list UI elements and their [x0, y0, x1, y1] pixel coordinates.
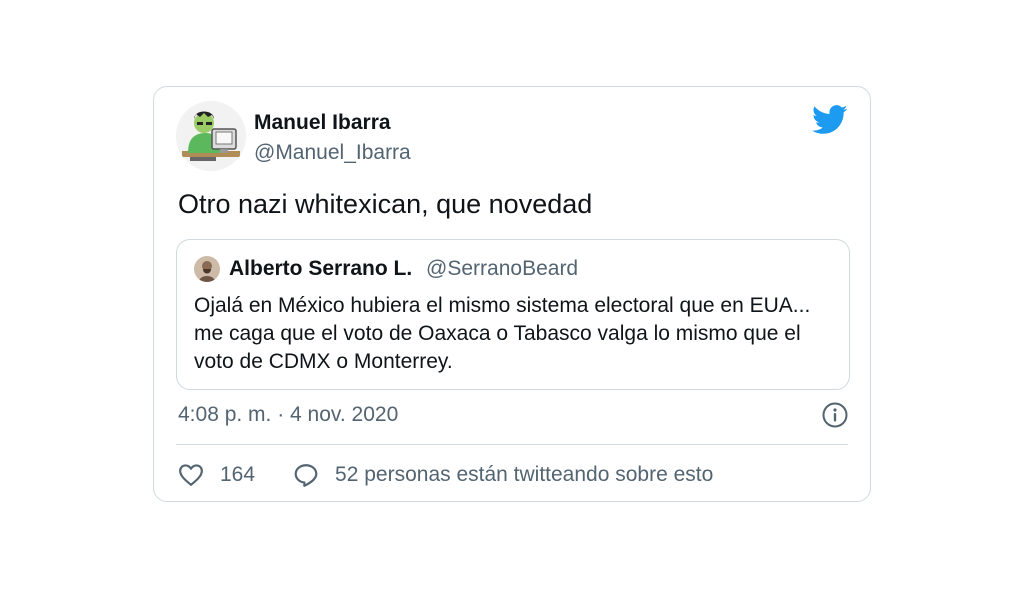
info-icon[interactable]: [822, 402, 848, 428]
heart-icon[interactable]: [178, 462, 204, 488]
tweet-text: Otro nazi whitexican, que novedad: [178, 189, 593, 219]
like-count[interactable]: 164: [220, 463, 255, 487]
tweet-actions: 164 52 personas están twitteando sobre e…: [178, 460, 713, 490]
quoted-author-avatar[interactable]: [194, 256, 220, 282]
tweet-timestamp[interactable]: 4:08 p. m. · 4 nov. 2020: [178, 403, 398, 427]
quoted-author: Alberto Serrano L. @SerranoBeard: [229, 257, 578, 281]
twitter-bird-icon[interactable]: [812, 105, 848, 135]
quoted-tweet-text: Ojalá en México hubiera el mismo sistema…: [194, 294, 811, 373]
conversation-link[interactable]: 52 personas están twitteando sobre esto: [335, 463, 713, 487]
author-avatar[interactable]: [176, 101, 246, 171]
quoted-author-handle[interactable]: @SerranoBeard: [426, 257, 578, 280]
author-name[interactable]: Manuel Ibarra: [254, 111, 391, 135]
author-handle[interactable]: @Manuel_Ibarra: [254, 141, 411, 165]
divider: [176, 444, 848, 445]
quoted-tweet[interactable]: Alberto Serrano L. @SerranoBeard Ojalá e…: [176, 239, 850, 390]
quoted-author-name[interactable]: Alberto Serrano L.: [229, 257, 412, 280]
reply-icon[interactable]: [293, 462, 319, 488]
tweet-card[interactable]: Manuel Ibarra @Manuel_Ibarra Otro nazi w…: [153, 86, 871, 502]
